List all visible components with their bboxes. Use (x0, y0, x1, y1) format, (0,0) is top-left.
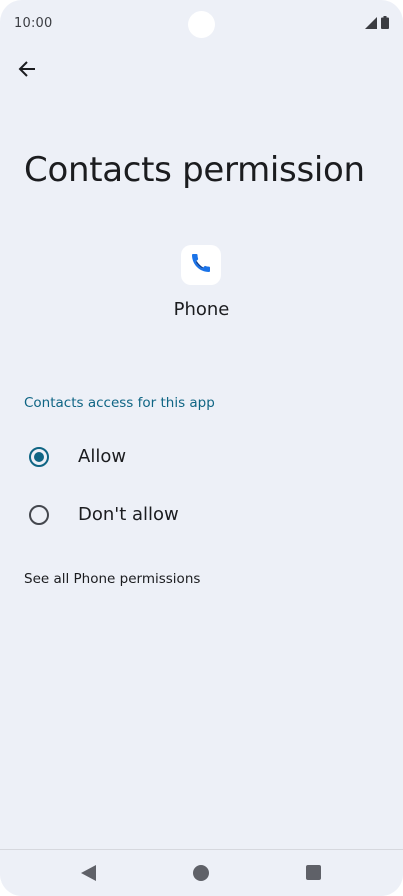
phone-icon (189, 251, 213, 279)
status-bar: 10:00 (0, 0, 403, 48)
radio-option-allow[interactable]: Allow (0, 429, 403, 485)
camera-cutout (188, 11, 215, 38)
radio-label-allow: Allow (78, 446, 127, 467)
app-name: Phone (173, 299, 230, 320)
navigation-bar (0, 849, 403, 896)
radio-button-checked[interactable] (29, 447, 49, 467)
status-time: 10:00 (14, 16, 53, 31)
radio-label-dont-allow: Don't allow (78, 504, 179, 525)
nav-recents-icon[interactable] (306, 865, 321, 884)
nav-back-icon[interactable] (80, 865, 96, 885)
radio-button-unchecked[interactable] (29, 505, 49, 525)
nav-home-icon[interactable] (192, 864, 210, 886)
radio-option-dont-allow[interactable]: Don't allow (0, 487, 403, 543)
app-icon (181, 245, 221, 285)
see-all-permissions-link[interactable]: See all Phone permissions (24, 571, 200, 587)
signal-icon (365, 16, 377, 29)
status-icons (365, 16, 389, 29)
back-button[interactable] (12, 56, 42, 86)
battery-icon (381, 16, 389, 29)
screen: 10:00 Contacts permission Phone Contacts… (0, 0, 403, 896)
arrow-left-icon (18, 60, 36, 82)
section-header: Contacts access for this app (24, 395, 215, 411)
page-title: Contacts permission (24, 150, 365, 190)
